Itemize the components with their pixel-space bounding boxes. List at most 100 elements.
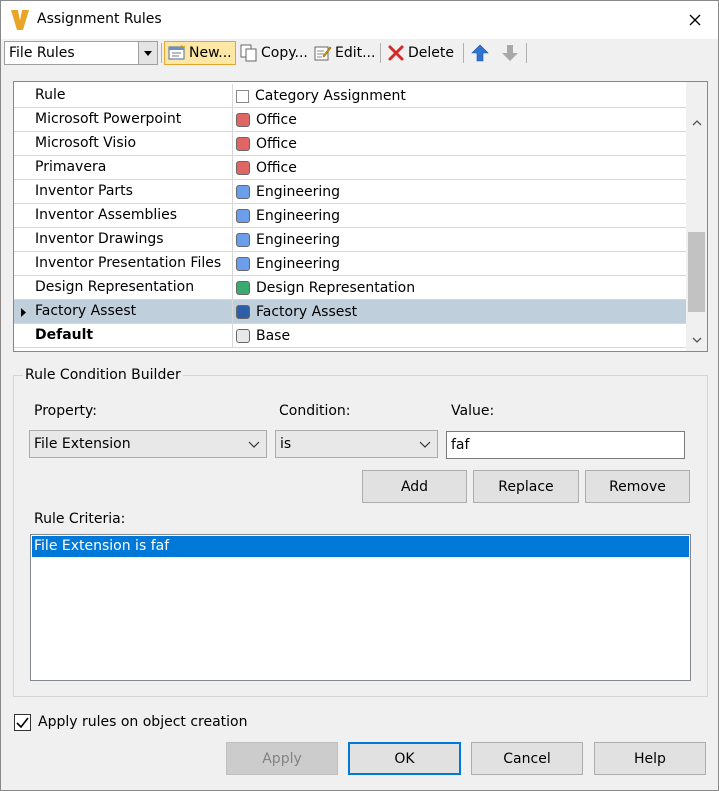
apply-on-create-checkbox[interactable] bbox=[14, 714, 31, 731]
delete-button-label: Delete bbox=[408, 45, 454, 61]
rule-cell[interactable]: Microsoft Powerpoint bbox=[35, 108, 233, 132]
condition-label: Condition: bbox=[279, 403, 351, 419]
category-cell[interactable]: Engineering bbox=[232, 204, 686, 228]
category-cell-label: Engineering bbox=[256, 184, 340, 200]
title-bar: Assignment Rules bbox=[1, 1, 718, 39]
header-checkbox[interactable] bbox=[236, 89, 249, 103]
category-color-swatch bbox=[236, 137, 250, 151]
category-cell-label: Engineering bbox=[256, 232, 340, 248]
cancel-button[interactable]: Cancel bbox=[471, 742, 583, 775]
value-input[interactable]: faf bbox=[446, 431, 685, 459]
table-row[interactable]: Inventor Parts Engineering bbox=[14, 180, 686, 204]
help-button[interactable]: Help bbox=[594, 742, 706, 775]
rule-cell[interactable]: Design Representation bbox=[35, 276, 233, 300]
toolbar-separator bbox=[526, 43, 527, 63]
rule-column-header[interactable]: Rule bbox=[35, 84, 233, 108]
rule-criteria-label: Rule Criteria: bbox=[34, 511, 126, 527]
copy-button[interactable]: Copy... bbox=[237, 41, 311, 65]
category-cell[interactable]: Engineering bbox=[232, 180, 686, 204]
category-cell-label: Base bbox=[256, 328, 291, 344]
category-cell[interactable]: Engineering bbox=[232, 228, 686, 252]
category-cell-label: Factory Assest bbox=[256, 304, 358, 320]
rule-cell[interactable]: Factory Assest bbox=[35, 300, 233, 324]
category-cell[interactable]: Office bbox=[232, 156, 686, 180]
category-cell[interactable]: Office bbox=[232, 108, 686, 132]
cancel-button-label: Cancel bbox=[503, 750, 551, 767]
condition-select[interactable]: is bbox=[275, 430, 438, 458]
property-select[interactable]: File Extension bbox=[29, 430, 267, 458]
new-rule-icon bbox=[168, 45, 186, 60]
edit-button-label: Edit... bbox=[335, 45, 376, 61]
category-color-swatch bbox=[236, 161, 250, 175]
table-row[interactable]: Microsoft Powerpoint Office bbox=[14, 108, 686, 132]
table-row[interactable]: Microsoft Visio Office bbox=[14, 132, 686, 156]
category-cell-label: Office bbox=[256, 112, 297, 128]
rule-cell[interactable]: Inventor Assemblies bbox=[35, 204, 233, 228]
category-cell[interactable]: Office bbox=[232, 132, 686, 156]
ok-button[interactable]: OK bbox=[348, 742, 461, 775]
delete-button[interactable]: Delete bbox=[384, 41, 457, 65]
toolbar: File Rules New... Copy... Edit... Delete bbox=[1, 39, 718, 67]
scroll-thumb[interactable] bbox=[688, 232, 705, 312]
replace-button-label: Replace bbox=[498, 478, 554, 495]
value-label: Value: bbox=[451, 403, 495, 419]
vertical-scrollbar[interactable] bbox=[686, 82, 707, 351]
category-color-swatch bbox=[236, 209, 250, 223]
assignment-rules-dialog: Assignment Rules File Rules New... Copy.… bbox=[0, 0, 719, 791]
grid-header: Rule Category Assignment bbox=[14, 84, 686, 108]
apply-button[interactable]: Apply bbox=[226, 742, 338, 775]
remove-button[interactable]: Remove bbox=[585, 470, 690, 503]
rules-grid: Rule Category Assignment Microsoft Power… bbox=[13, 81, 708, 352]
chevron-down-icon[interactable] bbox=[138, 42, 157, 64]
rule-cell[interactable]: Inventor Parts bbox=[35, 180, 233, 204]
move-down-button[interactable] bbox=[498, 41, 522, 65]
group-title: Rule Condition Builder bbox=[23, 367, 183, 383]
remove-button-label: Remove bbox=[609, 478, 666, 495]
list-item[interactable]: File Extension is faf bbox=[32, 536, 689, 557]
replace-button[interactable]: Replace bbox=[473, 470, 579, 503]
arrow-up-icon bbox=[471, 44, 489, 62]
rule-cell[interactable]: Microsoft Visio bbox=[35, 132, 233, 156]
category-cell[interactable]: Base bbox=[232, 324, 686, 348]
category-color-swatch bbox=[236, 233, 250, 247]
rule-cell[interactable]: Inventor Presentation Files bbox=[35, 252, 233, 276]
table-row[interactable]: Inventor Drawings Engineering bbox=[14, 228, 686, 252]
rule-criteria-list[interactable]: File Extension is faf bbox=[30, 534, 691, 681]
toolbar-separator bbox=[161, 43, 162, 63]
table-row[interactable]: Inventor Presentation Files Engineering bbox=[14, 252, 686, 276]
rule-cell[interactable]: Default bbox=[35, 324, 233, 348]
copy-button-label: Copy... bbox=[261, 45, 308, 61]
table-row[interactable]: Inventor Assemblies Engineering bbox=[14, 204, 686, 228]
category-color-swatch bbox=[236, 113, 250, 127]
rule-type-value: File Rules bbox=[9, 45, 75, 61]
move-up-button[interactable] bbox=[468, 41, 492, 65]
category-cell-label: Office bbox=[256, 136, 297, 152]
category-cell[interactable]: Engineering bbox=[232, 252, 686, 276]
add-button[interactable]: Add bbox=[362, 470, 467, 503]
apply-on-create-label[interactable]: Apply rules on object creation bbox=[38, 714, 248, 730]
rule-type-combo[interactable]: File Rules bbox=[4, 41, 158, 65]
new-button[interactable]: New... bbox=[164, 41, 236, 65]
ok-button-label: OK bbox=[394, 750, 415, 767]
category-cell[interactable]: Design Representation bbox=[232, 276, 686, 300]
table-row[interactable]: Factory Assest Factory Assest bbox=[14, 300, 686, 324]
edit-icon bbox=[314, 46, 332, 61]
table-row[interactable]: Primavera Office bbox=[14, 156, 686, 180]
toolbar-separator bbox=[463, 43, 464, 63]
category-cell[interactable]: Factory Assest bbox=[232, 300, 686, 324]
close-button[interactable] bbox=[672, 1, 718, 39]
vault-app-icon bbox=[11, 10, 29, 30]
table-row[interactable]: Default Base bbox=[14, 324, 686, 348]
checkmark-icon bbox=[16, 717, 29, 728]
rule-cell[interactable]: Inventor Drawings bbox=[35, 228, 233, 252]
category-color-swatch bbox=[236, 257, 250, 271]
table-row[interactable]: Design Representation Design Representati… bbox=[14, 276, 686, 300]
property-select-value: File Extension bbox=[34, 436, 131, 452]
category-column-header[interactable]: Category Assignment bbox=[232, 84, 686, 108]
condition-select-value: is bbox=[280, 436, 292, 452]
edit-button[interactable]: Edit... bbox=[311, 41, 378, 65]
rule-cell[interactable]: Primavera bbox=[35, 156, 233, 180]
chevron-down-icon bbox=[248, 441, 260, 448]
scroll-down-icon[interactable] bbox=[686, 330, 707, 350]
scroll-up-icon[interactable] bbox=[686, 113, 707, 133]
